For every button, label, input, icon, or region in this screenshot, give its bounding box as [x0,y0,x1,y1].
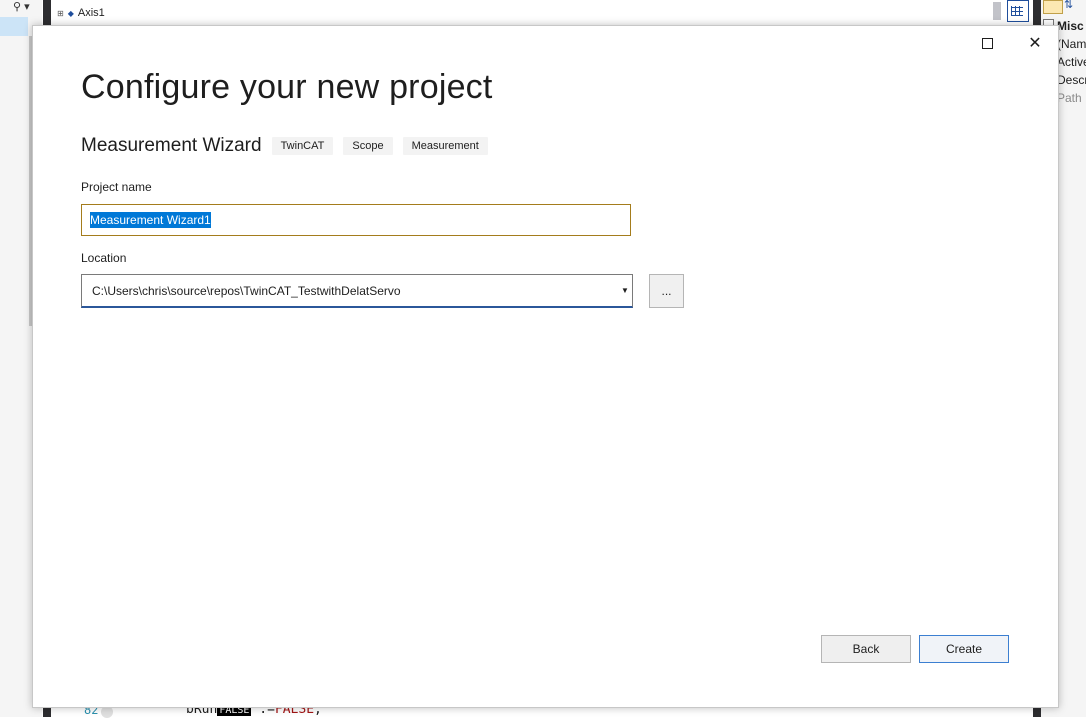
template-name: Measurement Wizard [81,135,262,156]
project-name-value: Measurement Wizard1 [90,212,211,228]
property-path[interactable]: Path [1057,91,1082,105]
maximize-icon [981,37,993,49]
dropdown-arrow-icon[interactable]: ▼ [618,286,632,295]
close-icon: ✕ [1028,35,1042,52]
page-title: Configure your new project [81,68,493,106]
calendar-icon[interactable] [1007,0,1029,22]
selected-row-highlight [0,17,28,36]
property-name[interactable]: (Nam [1057,37,1086,51]
location-value: C:\Users\chris\source\repos\TwinCAT_Test… [92,283,401,298]
axis-icon: ◆ [67,8,74,18]
tree-item-label: Axis1 [77,7,105,19]
property-description[interactable]: Descr [1057,73,1086,87]
project-name-input[interactable]: Measurement Wizard1 [81,204,631,236]
browse-button[interactable]: ... [649,274,684,308]
expand-icon[interactable]: ⊞ [57,9,64,18]
project-name-label: Project name [81,180,152,194]
close-button[interactable]: ✕ [1021,32,1049,54]
tag-scope: Scope [343,137,393,155]
create-button[interactable]: Create [919,635,1009,663]
template-info: Measurement Wizard TwinCAT Scope Measure… [81,135,488,157]
sort-icon[interactable]: ⇅ [1064,0,1073,11]
property-category: Misc [1057,19,1084,33]
search-icon[interactable]: ⚲ ▾ [13,0,30,13]
tag-measurement: Measurement [402,137,488,155]
back-button[interactable]: Back [821,635,911,663]
location-label: Location [81,251,127,265]
tag-twincat: TwinCAT [271,137,334,155]
editor-scrollbar-thumb[interactable] [993,2,1001,20]
maximize-button[interactable] [973,32,1001,54]
tree-item-axis[interactable]: ⊞ ◆ Axis1 [57,7,105,19]
property-active[interactable]: Active [1057,55,1086,69]
categorized-view-icon[interactable] [1043,0,1063,14]
new-project-dialog: ✕ Configure your new project Measurement… [32,25,1059,708]
location-combobox[interactable]: C:\Users\chris\source\repos\TwinCAT_Test… [81,274,633,308]
